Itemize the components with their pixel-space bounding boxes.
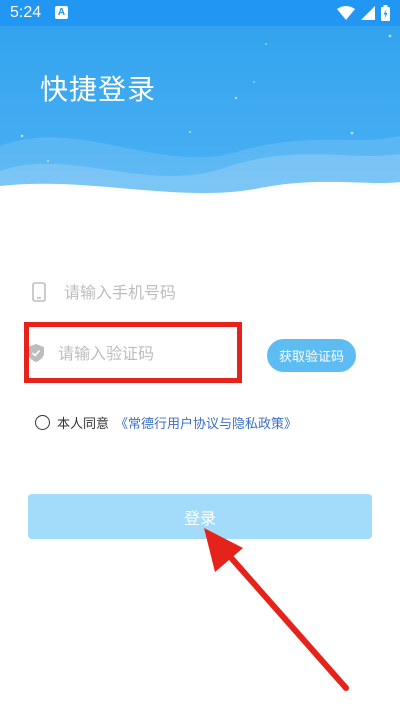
- annotation-highlight-box: [24, 322, 242, 383]
- get-code-button[interactable]: 获取验证码: [267, 339, 356, 372]
- agreement-radio[interactable]: [35, 414, 50, 430]
- login-button[interactable]: 登录: [28, 494, 372, 539]
- status-time: 5:24: [10, 4, 42, 21]
- phone-input[interactable]: [64, 282, 284, 302]
- phone-icon: [28, 281, 50, 303]
- header-banner: 快捷登录: [0, 26, 400, 200]
- signal-icon: [361, 6, 375, 20]
- wifi-icon: [337, 6, 355, 20]
- notification-icon: A: [55, 6, 68, 19]
- header-waves: [0, 34, 400, 200]
- phone-field[interactable]: [28, 270, 368, 314]
- status-icons: [337, 4, 390, 22]
- agreement-link[interactable]: 《常德行用户协议与隐私政策》: [115, 413, 297, 432]
- status-bar: 5:24 A: [0, 0, 400, 26]
- battery-icon: [381, 5, 390, 21]
- page-title: 快捷登录: [40, 73, 157, 106]
- agreement-label: 本人同意: [57, 416, 110, 432]
- agreement-row: 本人同意 《常德行用户协议与隐私政策》: [35, 412, 297, 432]
